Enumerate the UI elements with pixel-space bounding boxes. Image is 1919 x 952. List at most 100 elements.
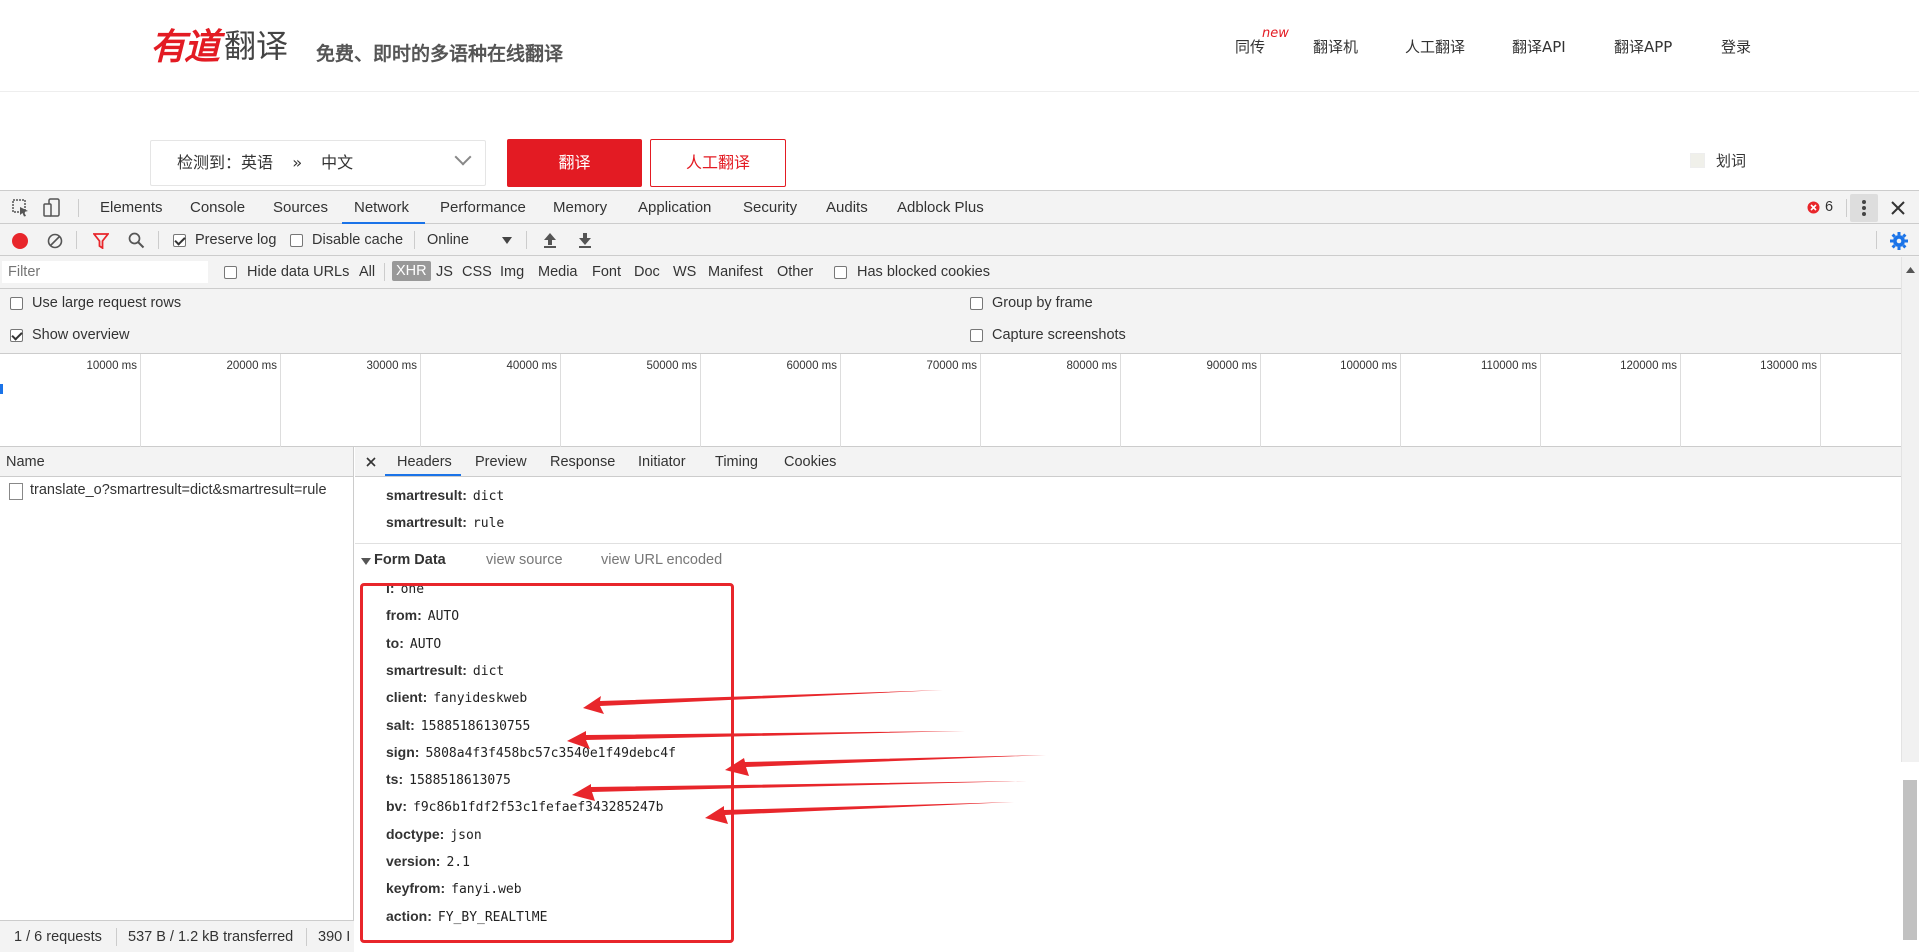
nav-login[interactable]: 登录 (1721, 36, 1751, 57)
table-row[interactable]: translate_o?smartresult=dict&smartresult… (0, 477, 353, 503)
tab-response[interactable]: Response (550, 454, 615, 470)
large-rows-checkbox[interactable] (10, 297, 23, 310)
network-overview-timeline[interactable]: 10000 ms 20000 ms 30000 ms 40000 ms 50000 ms… (0, 354, 1919, 447)
type-doc[interactable]: Doc (634, 264, 660, 280)
timeline-gridline (1820, 354, 1821, 447)
type-js[interactable]: JS (436, 264, 453, 280)
preserve-log-checkbox[interactable] (173, 234, 186, 247)
tab-timing[interactable]: Timing (715, 454, 758, 470)
type-manifest[interactable]: Manifest (708, 264, 763, 280)
device-toolbar-icon[interactable] (43, 198, 61, 218)
show-overview-checkbox[interactable] (10, 329, 23, 342)
human-translate-button[interactable]: 人工翻译 (650, 139, 786, 187)
caret-down-icon (502, 237, 512, 244)
youdao-logo[interactable]: 有道 翻译 (150, 24, 288, 68)
tab-performance[interactable]: Performance (440, 199, 526, 216)
nav-api[interactable]: 翻译API (1512, 36, 1566, 57)
tab-network[interactable]: Network (354, 199, 409, 216)
throttle-select[interactable]: Online (422, 228, 518, 252)
request-list: Name translate_o?smartresult=dict&smartr… (0, 447, 354, 952)
close-devtools-icon[interactable] (1891, 201, 1905, 215)
timeline-tick-label: 40000 ms (506, 360, 557, 372)
error-icon (1807, 201, 1820, 214)
timeline-tick-label: 80000 ms (1066, 360, 1117, 372)
language-select-label: 检测到：英语 » 中文 (177, 153, 354, 172)
type-ws[interactable]: WS (673, 264, 696, 280)
logo-brand: 有道 (150, 26, 220, 68)
large-rows-label: Use large request rows (32, 295, 182, 311)
error-count[interactable]: 6 (1825, 199, 1833, 215)
group-by-frame-checkbox[interactable] (970, 297, 983, 310)
tab-headers[interactable]: Headers (397, 454, 452, 470)
more-menu-button[interactable] (1850, 194, 1878, 222)
tab-cookies[interactable]: Cookies (784, 454, 836, 470)
document-icon (9, 483, 23, 500)
record-icon[interactable] (11, 232, 29, 250)
network-toolbar: Preserve log Disable cache Online (0, 224, 1919, 256)
timeline-tick-label: 10000 ms (86, 360, 137, 372)
disable-cache-label: Disable cache (312, 232, 404, 248)
nav-human-translate[interactable]: 人工翻译 (1405, 36, 1465, 57)
slogan: 免费、即时的多语种在线翻译 (316, 43, 564, 65)
tab-application[interactable]: Application (638, 199, 711, 216)
view-url-encoded-link[interactable]: view URL encoded (601, 552, 722, 568)
type-all[interactable]: All (359, 264, 375, 280)
scrollbar-thumb[interactable] (1903, 780, 1917, 940)
nav-app[interactable]: 翻译APP (1614, 36, 1672, 57)
filter-icon[interactable] (93, 233, 109, 249)
type-img[interactable]: Img (500, 264, 524, 280)
resources-size: 390 I (318, 929, 351, 945)
capture-screenshots-checkbox[interactable] (970, 329, 983, 342)
tab-console[interactable]: Console (190, 199, 245, 216)
search-icon[interactable] (128, 232, 145, 249)
close-icon[interactable] (366, 457, 376, 467)
tab-security[interactable]: Security (743, 199, 797, 216)
export-har-icon[interactable] (577, 231, 593, 249)
hide-data-urls-checkbox[interactable] (224, 266, 237, 279)
disable-cache-checkbox[interactable] (290, 234, 303, 247)
collapse-triangle-icon[interactable] (361, 558, 371, 565)
tab-elements[interactable]: Elements (100, 199, 163, 216)
clear-icon[interactable] (47, 233, 63, 249)
preserve-log-label: Preserve log (195, 232, 277, 248)
tab-preview[interactable]: Preview (475, 454, 527, 470)
type-font[interactable]: Font (592, 264, 621, 280)
timeline-gridline (1680, 354, 1681, 447)
timeline-gridline (1540, 354, 1541, 447)
language-select[interactable]: 检测到：英语 » 中文 (150, 140, 486, 186)
timeline-tick-label: 130000 ms (1760, 360, 1817, 372)
translate-button[interactable]: 翻译 (507, 139, 642, 187)
form-data-title[interactable]: Form Data (374, 552, 446, 568)
tab-initiator[interactable]: Initiator (638, 454, 686, 470)
timeline-gridline (140, 354, 141, 447)
type-media[interactable]: Media (538, 264, 578, 280)
status-bar: 1 / 6 requests 537 B / 1.2 kB transferre… (0, 920, 354, 952)
request-name[interactable]: translate_o?smartresult=dict&smartresult… (30, 482, 327, 498)
type-xhr[interactable]: XHR (392, 261, 431, 281)
network-settings-pane: Use large request rows Show overview Gro… (0, 289, 1919, 354)
nav-tongchuan[interactable]: 同传 (1235, 36, 1265, 57)
network-settings-gear-icon[interactable] (1890, 232, 1908, 250)
timeline-gridline (1400, 354, 1401, 447)
view-source-link[interactable]: view source (486, 552, 563, 568)
type-other[interactable]: Other (777, 264, 813, 280)
query-param-row: smartresult: rule (386, 514, 505, 531)
name-column-header[interactable]: Name (0, 447, 353, 477)
type-css[interactable]: CSS (462, 264, 492, 280)
timeline-tick-label: 70000 ms (926, 360, 977, 372)
nav-fanyiji[interactable]: 翻译机 (1313, 36, 1358, 57)
scroll-up-icon[interactable] (1906, 267, 1915, 273)
tab-audits[interactable]: Audits (826, 199, 868, 216)
inspect-element-icon[interactable] (12, 199, 30, 217)
detail-scrollbar[interactable] (1901, 257, 1919, 762)
has-blocked-cookies-checkbox[interactable] (834, 266, 847, 279)
tab-sources[interactable]: Sources (273, 199, 328, 216)
import-har-icon[interactable] (542, 231, 558, 249)
youdao-header: 有道 翻译 免费、即时的多语种在线翻译 同传 new 翻译机 人工翻译 翻译AP… (0, 0, 1919, 92)
timeline-gridline (420, 354, 421, 447)
huaci-checkbox[interactable] (1690, 153, 1705, 168)
tab-memory[interactable]: Memory (553, 199, 607, 216)
filter-input[interactable] (2, 261, 208, 283)
tab-adblock-plus[interactable]: Adblock Plus (897, 199, 984, 216)
group-by-frame-label: Group by frame (992, 295, 1093, 311)
